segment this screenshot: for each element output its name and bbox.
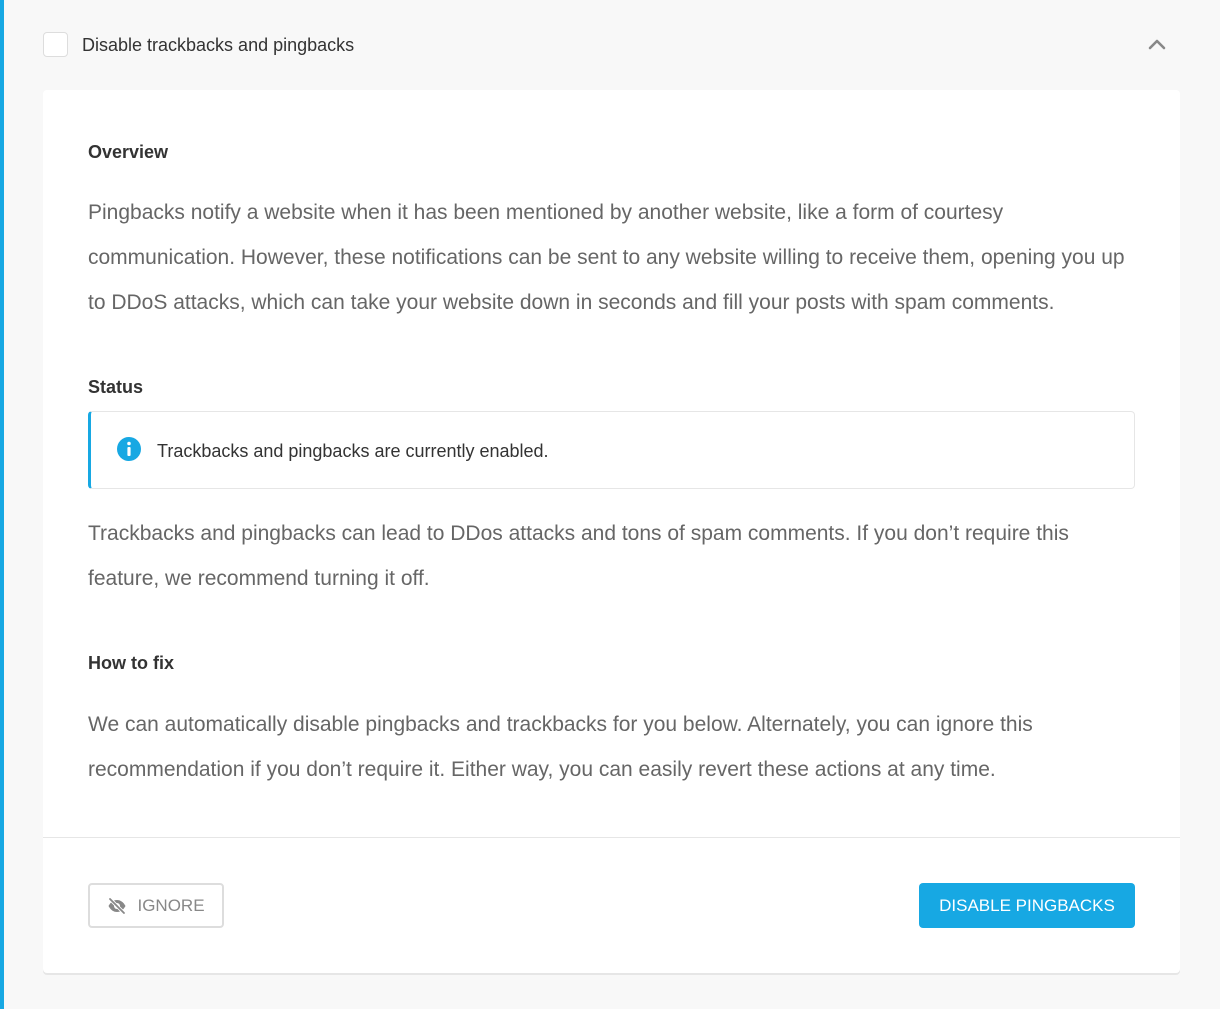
ignore-button[interactable]: IGNORE [88,883,224,928]
eye-slash-icon [108,897,126,914]
accent-bar [0,0,4,1009]
select-checkbox[interactable] [43,32,68,57]
page: Disable trackbacks and pingbacks Overvie… [0,0,1220,1009]
how-to-fix-heading: How to fix [88,653,174,673]
recommendation-card: Overview Pingbacks notify a website when… [43,90,1180,973]
accordion-header[interactable]: Disable trackbacks and pingbacks [0,0,1220,90]
chevron-up-icon[interactable] [1145,34,1169,54]
overview-heading: Overview [88,142,169,162]
overview-text: Pingbacks notify a website when it has b… [88,201,1125,314]
status-notice: Trackbacks and pingbacks are currently e… [88,411,1135,489]
status-notice-text: Trackbacks and pingbacks are currently e… [157,441,549,461]
info-icon [117,437,141,461]
status-text: Trackbacks and pingbacks can lead to DDo… [88,522,1069,590]
accordion-title: Disable trackbacks and pingbacks [82,35,355,55]
disable-pingbacks-button-label: DISABLE PINGBACKS [939,895,1115,915]
how-to-fix-text: We can automatically disable pingbacks a… [88,713,1033,781]
disable-pingbacks-button[interactable]: DISABLE PINGBACKS [919,883,1135,928]
ignore-button-label: IGNORE [137,895,205,915]
footer-divider [43,837,1180,838]
status-heading: Status [88,377,144,397]
